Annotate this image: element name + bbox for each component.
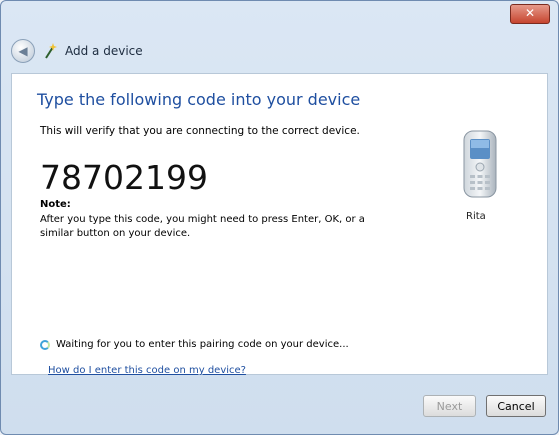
description-text: This will verify that you are connecting…: [40, 125, 360, 137]
cancel-button[interactable]: Cancel: [486, 395, 546, 417]
title-bar[interactable]: ✕: [1, 1, 558, 31]
pairing-code: 78702199: [40, 158, 208, 197]
device-name: Rita: [466, 211, 486, 222]
help-link[interactable]: How do I enter this code on my device?: [48, 365, 246, 376]
back-button[interactable]: ◀: [11, 39, 35, 63]
waiting-text: Waiting for you to enter this pairing co…: [56, 339, 349, 350]
note-label: Note:: [40, 199, 71, 210]
bluetooth-wand-icon: [43, 42, 57, 60]
phone-icon: [460, 129, 505, 221]
wizard-title: Add a device: [65, 44, 143, 58]
footer-bar: Next Cancel: [11, 383, 548, 423]
add-device-window: ✕ ◀ Add a device Type the following code…: [0, 0, 559, 435]
note-text: After you type this code, you might need…: [40, 214, 365, 239]
navigation-bar: ◀ Add a device: [11, 37, 548, 65]
next-button[interactable]: Next: [423, 395, 476, 417]
back-arrow-icon: ◀: [18, 44, 28, 58]
waiting-status: Waiting for you to enter this pairing co…: [40, 339, 349, 350]
progress-spinner-icon: [40, 339, 50, 350]
page-heading: Type the following code into your device: [37, 90, 361, 109]
close-button[interactable]: ✕: [510, 4, 550, 24]
content-panel: Type the following code into your device…: [11, 73, 548, 376]
